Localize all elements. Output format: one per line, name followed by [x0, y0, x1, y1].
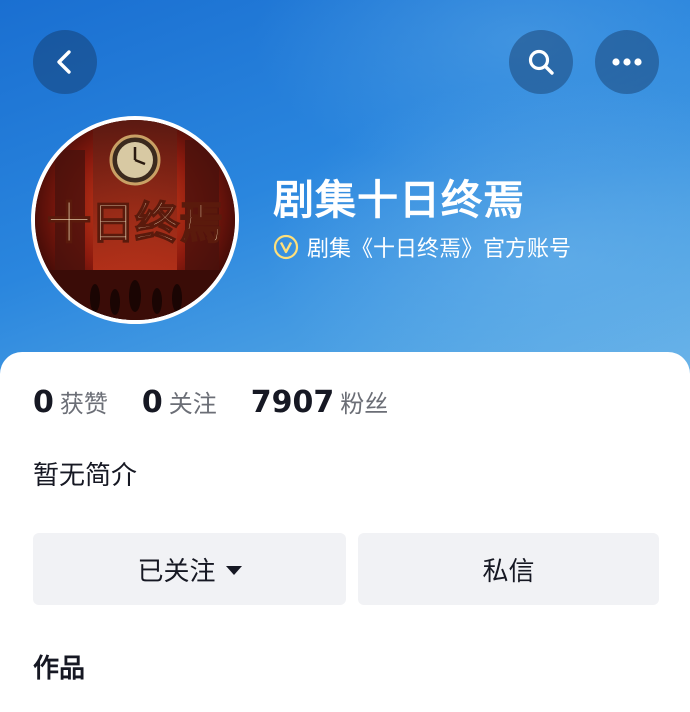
message-button[interactable]: 私信 [358, 533, 659, 605]
followed-button[interactable]: 已关注 [33, 533, 346, 605]
following-stat[interactable]: 0 关注 [142, 384, 217, 420]
profile-name: 剧集十日终焉 [273, 176, 525, 224]
avatar[interactable]: 十日终焉 [31, 116, 239, 324]
profile-bio: 暂无简介 [33, 461, 138, 491]
caret-down-icon [225, 566, 242, 575]
message-button-label: 私信 [482, 556, 535, 587]
avatar-logo-text: 十日终焉 [47, 198, 223, 249]
following-count: 0 [141, 385, 163, 420]
following-label: 关注 [168, 390, 217, 418]
followers-label: 粉丝 [340, 390, 389, 418]
profile-stats: 0 获赞 0 关注 7907 粉丝 [33, 384, 388, 428]
avatar-poster-image: 十日终焉 [35, 120, 235, 320]
likes-label: 获赞 [59, 390, 108, 418]
followers-stat[interactable]: 7907 粉丝 [251, 384, 389, 420]
more-horizontal-icon [612, 58, 642, 66]
search-icon [528, 49, 554, 75]
verified-text: 剧集《十日终焉》官方账号 [307, 237, 572, 262]
followers-count: 7907 [250, 385, 335, 420]
chevron-left-icon [57, 50, 71, 74]
back-button[interactable] [33, 30, 97, 94]
verified-v-icon [273, 234, 299, 260]
search-button[interactable] [509, 30, 573, 94]
likes-count: 0 [33, 385, 54, 420]
likes-stat[interactable]: 0 获赞 [33, 384, 108, 420]
more-button[interactable] [595, 30, 659, 94]
verified-badge: 剧集《十日终焉》官方账号 [273, 230, 571, 264]
followed-button-label: 已关注 [137, 556, 216, 587]
tab-works[interactable]: 作品 [33, 648, 85, 685]
